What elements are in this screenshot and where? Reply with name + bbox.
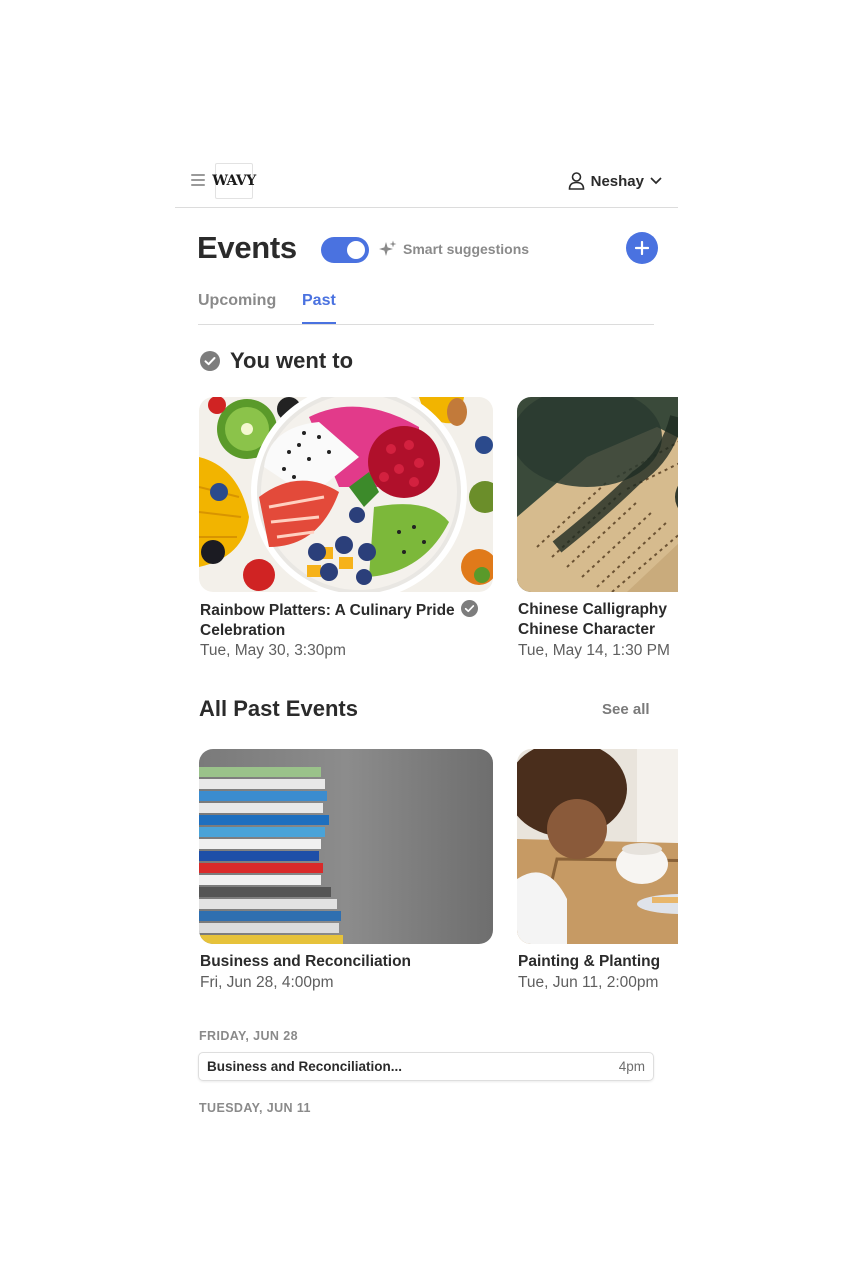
tab-upcoming[interactable]: Upcoming [198,292,276,310]
event-card[interactable]: Painting & Planting Tue, Jun 11, 2:00pm [517,749,678,999]
smart-suggestions: Smart suggestions [379,240,529,258]
check-circle-icon [200,351,220,371]
event-title: Chinese Calligraphy Chinese Character [518,600,667,640]
chevron-down-icon [650,177,662,185]
event-title-line1: Chinese Calligraphy [518,601,668,618]
child-painting-image [517,749,678,944]
page-title: Events [197,230,297,265]
add-event-button[interactable] [626,232,658,264]
toggle-knob [347,241,365,259]
list-item-time: 4pm [618,1059,645,1074]
event-card[interactable]: Rainbow Platters: A Culinary Pride Celeb… [199,397,493,667]
event-date: Tue, May 30, 3:30pm [200,642,346,659]
tab-past[interactable]: Past [302,292,336,324]
sparkle-icon [379,240,397,256]
list-item[interactable]: Business and Reconciliation... 4pm [198,1052,654,1081]
event-image-fruit-bowl [199,397,493,592]
all-past-events-heading: All Past Events [199,696,358,721]
logo-text: WAVY [212,173,256,189]
book-stack-image [199,749,493,944]
event-card[interactable]: Business and Reconciliation Fri, Jun 28,… [199,749,493,999]
event-title-line1: Rainbow Platters: A Culinary Pride [200,602,455,619]
event-image-child-painting [517,749,678,944]
events-screen: WAVY Neshay Events Smart suggestions Upc… [175,160,678,1140]
event-title: Painting & Planting [518,953,661,970]
day-label: FRIDAY, JUN 28 [199,1029,298,1043]
list-item-title: Business and Reconciliation... [207,1059,403,1074]
event-title-line2: Chinese Character [518,621,655,638]
event-title: Rainbow Platters: A Culinary Pride Celeb… [200,600,478,641]
event-date: Fri, Jun 28, 4:00pm [200,974,334,991]
event-card[interactable]: Chinese Calligraphy Chinese Character Tu… [517,397,678,667]
you-went-to-heading: You went to [200,348,353,374]
plus-icon [635,241,649,255]
smart-suggestions-label: Smart suggestions [403,241,530,257]
event-title-line2: Celebration [200,622,286,639]
fruit-bowl-image [199,397,493,592]
user-menu[interactable]: Neshay [568,170,662,192]
top-bar: WAVY Neshay [175,160,678,208]
event-date: Tue, Jun 11, 2:00pm [518,974,659,991]
event-image-book-stack [199,749,493,944]
see-all-link[interactable]: See all [602,701,650,718]
section-title: You went to [230,348,354,373]
attended-check-icon [460,600,478,617]
user-icon [568,172,584,190]
day-label: TUESDAY, JUN 11 [199,1101,311,1115]
smart-suggestions-toggle[interactable] [321,237,369,263]
event-title: Business and Reconciliation [200,953,412,970]
user-name: Neshay [590,172,644,190]
calligraphy-image [517,397,678,592]
menu-icon[interactable] [191,174,205,186]
event-image-calligraphy [517,397,678,592]
app-logo[interactable]: WAVY [212,163,256,199]
event-tabs: Upcoming Past [198,288,654,325]
event-date: Tue, May 14, 1:30 PM [518,642,670,659]
